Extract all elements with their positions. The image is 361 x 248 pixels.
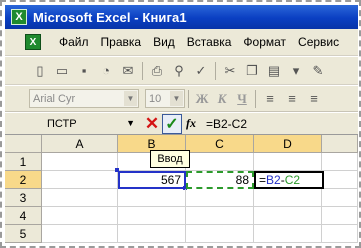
formatting-toolbar: Arial Cyr ▼ 10 ▼ Ж К Ч ≡ ≡ ≡ [5,86,358,112]
cell-b2-value: 567 [160,173,181,187]
open-icon[interactable]: ▭ [51,60,73,82]
italic-button[interactable]: К [212,91,232,107]
name-box-value: ПСТР [47,117,77,130]
screenshot-frame: X Microsoft Excel - Книга1 X Файл Правка… [0,0,361,248]
cell-c3[interactable] [186,189,254,207]
align-center-icon[interactable]: ≡ [281,88,303,110]
cell-e1[interactable] [322,153,358,171]
email-icon[interactable]: ✉ [117,60,139,82]
cell-c2[interactable]: 88 [186,171,254,189]
cell-d2-ref-c2: C2 [284,173,301,187]
cell-d2[interactable]: = B2- C2 [254,171,324,189]
cell-a4[interactable] [42,207,118,225]
cell-c2-value: 88 [235,173,249,187]
copy-icon[interactable]: ❐ [241,60,263,82]
formula-bar: ПСТР ▼ ✕ ✓ fx =B2-C2 [5,113,358,135]
enter-tooltip: Ввод [150,150,190,168]
toolbar-separator [142,61,143,80]
underline-button[interactable]: Ч [232,91,252,107]
cut-icon[interactable]: ✂ [219,60,241,82]
column-header-a[interactable]: A [42,135,118,153]
menu-insert[interactable]: Вставка [181,35,238,49]
cell-d5[interactable] [254,225,322,243]
name-box[interactable]: ПСТР ▼ [47,115,137,133]
column-header-d[interactable]: D [254,135,322,153]
font-size-combo[interactable]: 10 ▼ [145,89,185,108]
cell-a1[interactable] [42,153,118,171]
menu-edit[interactable]: Правка [95,35,148,49]
menu-format[interactable]: Формат [237,35,292,49]
chevron-down-icon[interactable]: ▼ [126,118,135,128]
font-size-value: 10 [149,92,162,105]
range-handle[interactable] [115,168,119,172]
cell-b2[interactable]: 567 [118,171,186,189]
paste-dropdown-icon[interactable]: ▾ [285,60,307,82]
cell-d4[interactable] [254,207,322,225]
cell-a3[interactable] [42,189,118,207]
chevron-down-icon[interactable]: ▼ [170,91,183,106]
cell-c5[interactable] [186,225,254,243]
menu-bar: X Файл Правка Вид Вставка Формат Сервис [5,29,358,56]
workbook-icon[interactable]: X [25,34,41,50]
menu-tools[interactable]: Сервис [292,35,345,49]
font-name-value: Arial Cyr [33,92,76,105]
toolbar-separator [215,61,216,80]
cell-b5[interactable] [118,225,186,243]
window-title: Microsoft Excel - Книга1 [33,9,187,25]
select-all-corner[interactable] [5,135,42,153]
row-header-2[interactable]: 2 [5,171,42,189]
cell-b4[interactable] [118,207,186,225]
toolbar-separator [188,89,189,108]
cell-d3[interactable] [254,189,322,207]
bold-button[interactable]: Ж [192,91,212,107]
cell-d1[interactable] [254,153,322,171]
align-right-icon[interactable]: ≡ [303,88,325,110]
spelling-icon[interactable]: ✓ [190,60,212,82]
menu-file[interactable]: Файл [53,35,95,49]
cell-e2[interactable] [324,171,358,189]
cell-e3[interactable] [322,189,358,207]
cell-a2[interactable] [42,171,118,189]
paste-icon[interactable]: ▤ [263,60,285,82]
print-icon[interactable]: ⎙ [146,60,168,82]
cell-e5[interactable] [322,225,358,243]
menu-view[interactable]: Вид [147,35,181,49]
save-icon[interactable]: ▪ [73,60,95,82]
excel-app-icon: X [11,9,27,25]
enter-check-icon[interactable]: ✓ [162,113,182,134]
row-header-1[interactable]: 1 [5,153,42,171]
chevron-down-icon[interactable]: ▼ [124,91,137,106]
format-painter-icon[interactable]: ✎ [307,60,329,82]
row-header-3[interactable]: 3 [5,189,42,207]
print-preview-icon[interactable]: ⚲ [168,60,190,82]
cell-d2-eq: = [259,173,267,187]
column-header-c[interactable]: C [186,135,254,153]
cell-e4[interactable] [322,207,358,225]
title-bar: X Microsoft Excel - Книга1 [5,5,358,29]
column-header-e[interactable] [322,135,358,153]
insert-function-icon[interactable]: fx [186,116,204,131]
formula-input[interactable]: =B2-C2 [206,117,247,131]
toolbar-separator [255,89,256,108]
cancel-icon[interactable]: ✕ [143,114,161,133]
standard-toolbar: ▯ ▭ ▪ ◔ ✉ ⎙ ⚲ ✓ ✂ ❐ ▤ ▾ ✎ [5,57,358,85]
cell-b3[interactable] [118,189,186,207]
row-header-4[interactable]: 4 [5,207,42,225]
cell-c4[interactable] [186,207,254,225]
permission-icon[interactable]: ◔ [95,60,117,82]
cell-d2-ref-b2: B2 [266,173,281,187]
align-left-icon[interactable]: ≡ [259,88,281,110]
cell-c1[interactable] [186,153,254,171]
font-name-combo[interactable]: Arial Cyr ▼ [29,89,139,108]
new-icon[interactable]: ▯ [29,60,51,82]
row-header-5[interactable]: 5 [5,225,42,243]
cell-a5[interactable] [42,225,118,243]
